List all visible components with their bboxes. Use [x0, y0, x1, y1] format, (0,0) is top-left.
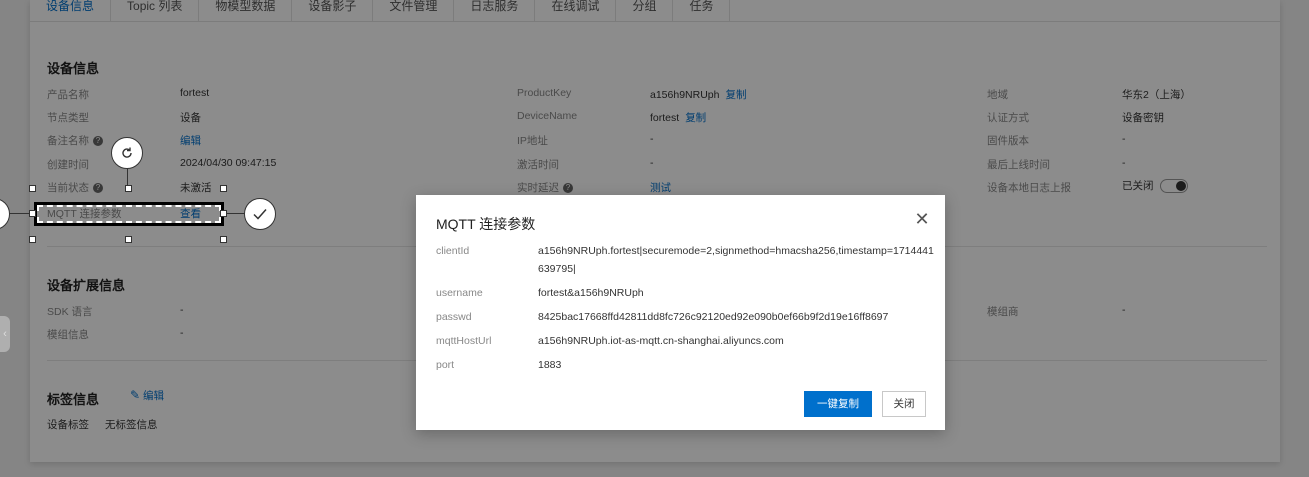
connector-line — [127, 168, 128, 186]
confirm-check-icon[interactable] — [244, 198, 276, 230]
clientid-label: clientId — [436, 245, 470, 257]
port-label: port — [436, 359, 455, 371]
port-value: 1883 — [538, 359, 562, 371]
username-label: username — [436, 287, 483, 299]
mqtthosturl-value: a156h9NRUph.iot-as-mqtt.cn-shanghai.aliy… — [538, 335, 784, 347]
selection-box[interactable] — [34, 202, 224, 226]
dialog-title: MQTT 连接参数 — [436, 216, 536, 232]
close-icon[interactable]: ✕ — [914, 210, 930, 228]
mqtt-params-dialog: MQTT 连接参数 ✕ clientId a156h9NRUph.fortest… — [416, 195, 945, 430]
username-value: fortest&a156h9NRUph — [538, 287, 644, 299]
connector-line — [8, 213, 30, 214]
resize-handle[interactable] — [220, 210, 227, 217]
resize-handle[interactable] — [125, 185, 132, 192]
resize-handle[interactable] — [29, 185, 36, 192]
resize-handle[interactable] — [29, 236, 36, 243]
resize-handle[interactable] — [220, 185, 227, 192]
resize-handle[interactable] — [220, 236, 227, 243]
clientid-value: a156h9NRUph.fortest|securemode=2,signmet… — [538, 245, 934, 275]
mqtthosturl-label: mqttHostUrl — [436, 335, 492, 347]
resize-handle[interactable] — [125, 236, 132, 243]
chevron-left-icon[interactable]: ‹ — [0, 316, 10, 352]
close-button[interactable]: 关闭 — [882, 391, 926, 417]
resize-handle[interactable] — [29, 210, 36, 217]
connector-line — [227, 213, 245, 214]
rotate-icon[interactable] — [111, 137, 143, 169]
passwd-value: 8425bac17668ffd42811dd8fc726c92120ed92e0… — [538, 311, 889, 323]
passwd-label: passwd — [436, 311, 472, 323]
copy-all-button[interactable]: 一键复制 — [804, 391, 872, 417]
